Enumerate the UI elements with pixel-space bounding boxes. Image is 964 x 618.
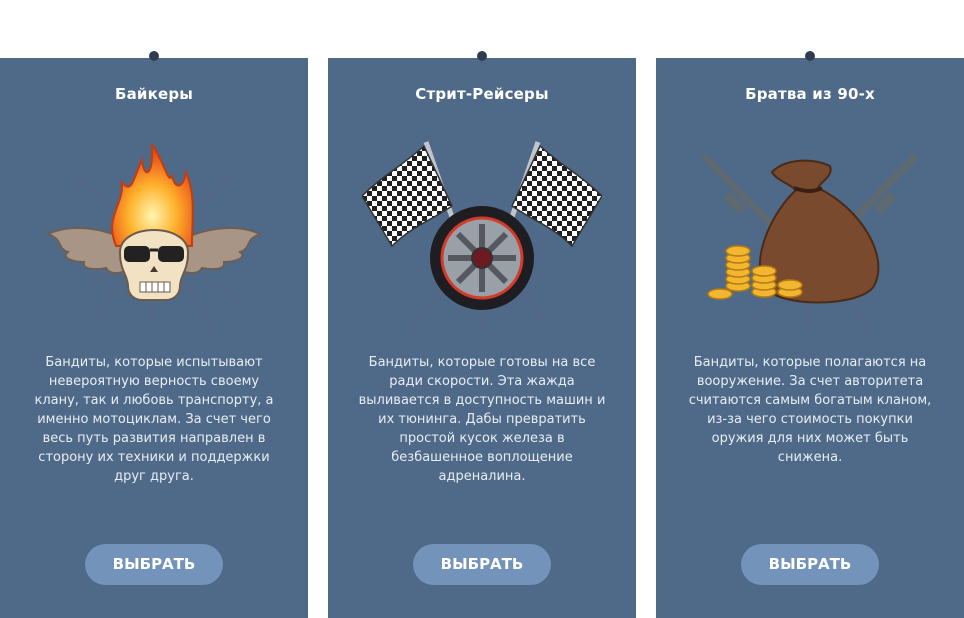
clan-card-street-racers: Стрит-Рейсеры Бандиты, которые готовы на… (328, 51, 636, 618)
select-street-racers-button[interactable]: ВЫБРАТЬ (413, 544, 551, 585)
money-bag-rifles-icon (690, 136, 930, 336)
select-90s-brothers-button[interactable]: ВЫБРАТЬ (741, 544, 879, 585)
card-description: Бандиты, которые испытывают невероятную … (34, 355, 274, 484)
card-connector-dot (477, 51, 487, 61)
card-title: Братва из 90-х (745, 85, 875, 103)
card-title: Байкеры (114, 85, 194, 103)
card-title: Стрит-Рейсеры (415, 85, 549, 103)
card-connector-dot (805, 51, 815, 61)
checkered-flags-wheel-icon (361, 136, 603, 336)
clan-card-bikers: Байкеры Бандиты, которые испытывают неве… (0, 51, 308, 618)
select-bikers-button[interactable]: ВЫБРАТЬ (85, 544, 223, 585)
flaming-winged-skull-icon (34, 136, 274, 336)
clan-card-90s-brothers: Братва из 90-х Бандиты, которые полагают… (656, 51, 964, 618)
card-connector-dot (149, 51, 159, 61)
card-description: Бандиты, которые готовы на все ради скор… (358, 355, 606, 484)
card-description: Бандиты, которые полагаются на вооружени… (688, 355, 932, 465)
